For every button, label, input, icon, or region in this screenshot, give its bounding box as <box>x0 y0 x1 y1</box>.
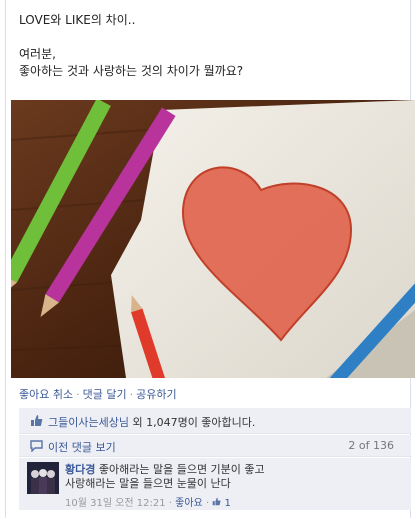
post-line-1: 여러분, <box>19 47 56 61</box>
comment-link[interactable]: 댓글 달기 <box>83 388 127 401</box>
post-photo[interactable] <box>11 100 415 378</box>
previous-comments-label[interactable]: 이전 댓글 보기 <box>48 439 116 455</box>
unlike-link[interactable]: 좋아요 취소 <box>19 388 73 401</box>
comment-timestamp[interactable]: 10월 31일 오전 12:21 <box>65 498 166 509</box>
comment-like-count[interactable]: 1 <box>225 498 231 509</box>
post-line-2: 좋아하는 것과 사랑하는 것의 차이가 뭘까요? <box>19 64 244 78</box>
post-actions: 좋아요 취소 · 댓글 달기 · 공유하기 <box>19 388 177 401</box>
speech-bubble-icon <box>30 440 43 452</box>
comment-author[interactable]: 황다경 <box>65 463 95 476</box>
comment-text-line-2: 사랑해라는 말을 들으면 눈물이 난다 <box>65 477 231 490</box>
thumbs-up-icon <box>31 415 43 426</box>
comment-text-line-1: 좋아해라는 말을 들으면 기분이 좋고 <box>95 463 265 476</box>
view-previous-comments[interactable]: 이전 댓글 보기 2 of 136 <box>19 435 411 457</box>
avatar[interactable] <box>27 462 59 494</box>
post-message: LOVE와 LIKE의 차이.. 여러분, 좋아하는 것과 사랑하는 것의 차이… <box>19 12 399 80</box>
heart-napkin-image <box>11 100 415 378</box>
comment-like-link[interactable]: 좋아요 <box>175 498 203 509</box>
comment-count: 2 of 136 <box>348 439 394 452</box>
likes-summary: 그들이사는세상님 외 1,047명이 좋아합니다. <box>19 408 411 434</box>
post-container: LOVE와 LIKE의 차이.. 여러분, 좋아하는 것과 사랑하는 것의 차이… <box>5 0 415 518</box>
liker-page-link[interactable]: 그들이사는세상님 <box>48 416 129 429</box>
post-title: LOVE와 LIKE의 차이.. <box>19 13 136 27</box>
thumbs-up-icon <box>213 497 221 506</box>
share-link[interactable]: 공유하기 <box>136 388 176 401</box>
likes-count-text[interactable]: 외 1,047명이 좋아합니다. <box>129 416 255 429</box>
comment-item: 황다경 좋아해라는 말을 들으면 기분이 좋고 사랑해라는 말을 들으면 눈물이… <box>19 458 411 510</box>
